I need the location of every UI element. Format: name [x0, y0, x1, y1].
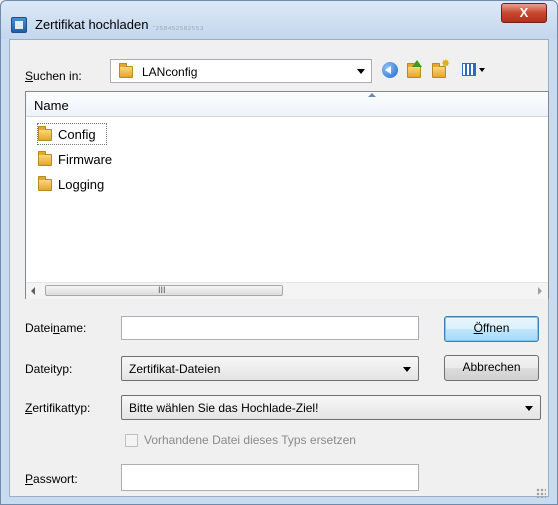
view-menu-icon[interactable] — [460, 60, 490, 80]
up-folder-icon[interactable] — [405, 60, 425, 80]
folder-icon — [38, 126, 52, 141]
file-list[interactable]: Name Config Firmware Logging III — [25, 91, 549, 299]
certtype-label: Zertifikattyp: — [25, 401, 91, 415]
scrollbar-thumb[interactable]: III — [45, 285, 283, 296]
certtype-select[interactable]: Bitte wählen Sie das Hochlade-Ziel! — [121, 395, 541, 420]
chevron-down-icon — [403, 367, 411, 372]
password-label: Passwort: — [25, 472, 78, 486]
new-folder-icon[interactable] — [430, 57, 450, 80]
password-field[interactable] — [121, 464, 419, 491]
folder-icon — [119, 63, 133, 78]
lookin-label: Suchen in: — [25, 69, 82, 83]
replace-checkbox[interactable] — [125, 434, 138, 447]
chevron-down-icon — [525, 406, 533, 411]
open-button[interactable]: Öffnen — [444, 316, 539, 342]
filename-label: Dateiname: — [25, 321, 87, 335]
lookin-value: LANconfig — [142, 65, 198, 79]
cancel-button[interactable]: Abbrechen — [444, 355, 539, 381]
column-header-name[interactable]: Name — [26, 92, 548, 117]
chevron-down-icon — [357, 69, 365, 74]
replace-checkbox-label: Vorhandene Datei dieses Typs ersetzen — [144, 433, 356, 447]
sort-ascending-icon — [368, 93, 376, 97]
scroll-right-icon[interactable] — [538, 287, 542, 295]
scroll-left-icon[interactable] — [31, 287, 35, 295]
title-bar[interactable]: Zertifikat hochladen ·₂₅₈₄₅₂₅₈₂₅₅₃ X — [1, 1, 557, 39]
window-title: Zertifikat hochladen ·₂₅₈₄₅₂₅₈₂₅₅₃ — [35, 17, 204, 32]
horizontal-scrollbar[interactable]: III — [26, 282, 548, 299]
resize-grip-icon[interactable] — [536, 488, 546, 498]
folder-icon — [38, 176, 52, 191]
list-item[interactable]: Config — [37, 123, 107, 145]
close-button[interactable]: X — [501, 3, 547, 23]
close-icon: X — [519, 5, 529, 20]
folder-icon — [38, 151, 52, 166]
back-icon[interactable] — [380, 60, 400, 80]
filetype-select[interactable]: Zertifikat-Dateien — [121, 356, 419, 381]
filename-input[interactable] — [121, 316, 419, 340]
lookin-dropdown[interactable]: LANconfig — [110, 59, 372, 83]
filetype-label: Dateityp: — [25, 362, 73, 376]
app-icon — [11, 17, 27, 33]
